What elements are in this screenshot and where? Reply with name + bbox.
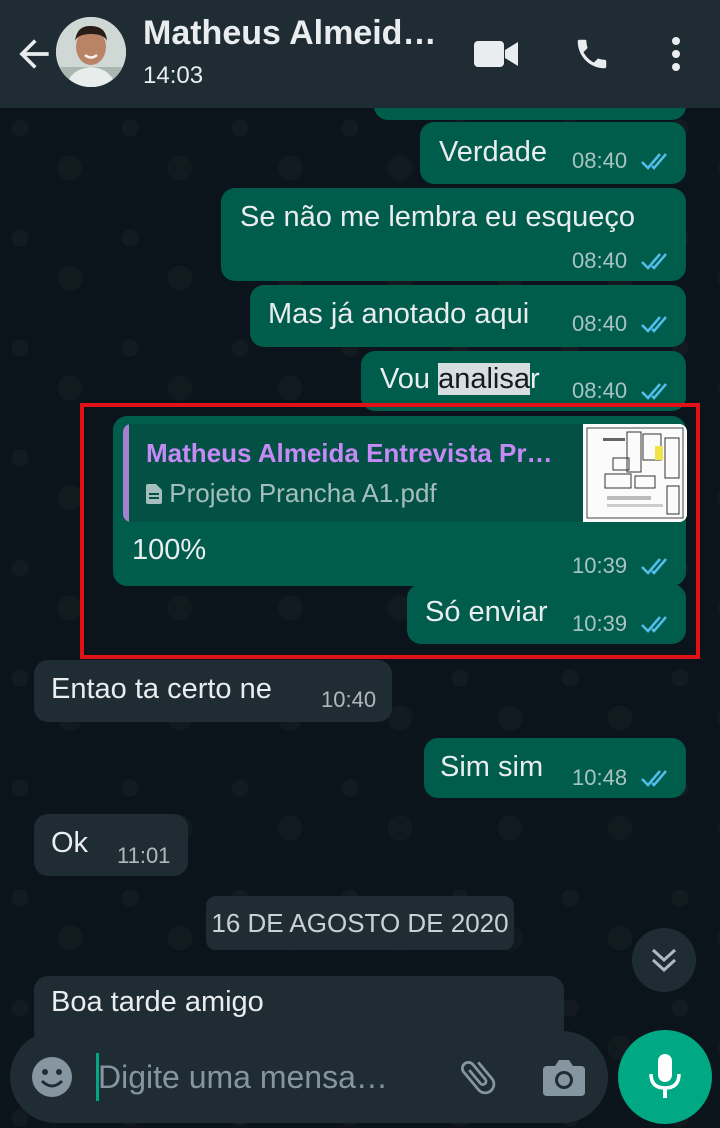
message-bubble-clipped[interactable]	[374, 108, 686, 120]
double-check-icon	[641, 770, 667, 787]
mic-icon	[649, 1054, 681, 1098]
message-input[interactable]	[98, 1045, 424, 1109]
double-check-icon	[641, 316, 667, 333]
annotation-highlight-box	[80, 403, 700, 659]
message-time: 08:40	[572, 311, 628, 336]
voice-record-button[interactable]	[618, 1030, 712, 1124]
message-bubble-outgoing[interactable]: Mas já anotado aqui 08:40	[250, 285, 686, 347]
message-text: Ok	[51, 827, 89, 859]
date-divider: 16 DE AGOSTO DE 2020	[206, 896, 514, 950]
message-bubble-incoming[interactable]: Entao ta certo ne 10:40	[34, 660, 392, 722]
phone-icon[interactable]	[568, 30, 616, 78]
avatar[interactable]	[56, 17, 126, 87]
attach-icon[interactable]	[454, 1053, 502, 1101]
video-call-icon[interactable]	[472, 30, 520, 78]
message-text: Entao ta certo ne	[51, 673, 272, 705]
message-bubble-outgoing[interactable]: Sim sim 10:48	[424, 738, 686, 798]
message-time: 08:40	[572, 378, 628, 403]
message-text: Boa tarde amigo	[51, 986, 264, 1018]
message-time: 10:40	[321, 687, 377, 712]
message-bubble-outgoing[interactable]: Se não me lembra eu esqueço 08:40	[221, 188, 686, 281]
double-check-icon	[641, 383, 667, 400]
emoji-icon[interactable]	[28, 1053, 76, 1101]
message-text: Sim sim	[440, 751, 544, 783]
double-check-icon	[641, 153, 667, 170]
message-composer	[10, 1031, 608, 1123]
scroll-down-icon	[651, 948, 677, 973]
message-time: 08:40	[572, 248, 628, 273]
message-text: Se não me lembra eu esqueço	[240, 201, 635, 233]
last-seen: 14:03	[143, 62, 204, 89]
message-text: Mas já anotado aqui	[268, 298, 530, 330]
message-text: Verdade	[439, 136, 548, 168]
chat-header: Matheus Almeid… 14:03	[0, 0, 720, 108]
message-bubble-incoming[interactable]: Ok 11:01	[34, 814, 188, 876]
message-time: 10:48	[572, 765, 628, 790]
double-check-icon	[641, 253, 667, 270]
contact-name[interactable]: Matheus Almeid…	[143, 14, 443, 53]
scroll-down-button[interactable]	[632, 928, 696, 992]
message-time: 11:01	[117, 843, 171, 868]
message-text: Vou analisar	[380, 363, 540, 395]
message-time: 08:40	[572, 148, 628, 173]
message-bubble-outgoing[interactable]: Verdade 08:40	[420, 122, 686, 184]
more-vert-icon[interactable]	[656, 30, 696, 78]
selected-text[interactable]: analisa	[438, 363, 530, 395]
camera-icon[interactable]	[540, 1053, 588, 1101]
message-bubble-outgoing[interactable]: Vou analisar 08:40	[361, 351, 686, 411]
back-arrow-icon[interactable]	[12, 32, 56, 76]
